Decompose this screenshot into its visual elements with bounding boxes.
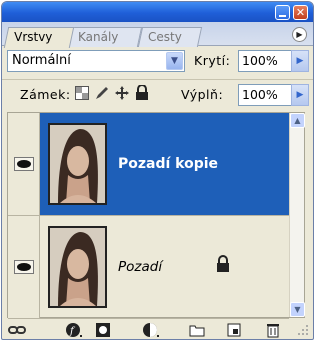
layer-thumbnail <box>48 123 107 205</box>
blend-mode-select[interactable]: Normální ▼ <box>7 50 185 72</box>
vertical-scrollbar[interactable]: ▲ ▼ <box>289 113 305 317</box>
close-icon: ✕ <box>295 6 306 19</box>
layers-list: Pozadí kopie Pozadí ▲ ▼ <box>7 112 305 319</box>
layers-palette: ✕ Vrstvy Kanály Cesty ▶ Normální ▼ Krytí… <box>1 1 314 340</box>
tab-paths[interactable]: Cesty <box>137 27 203 47</box>
palette-menu-button[interactable]: ▶ <box>292 27 307 42</box>
opacity-field[interactable]: 100% <box>238 50 294 72</box>
minimize-button[interactable] <box>275 5 290 20</box>
play-arrow-icon: ▶ <box>296 90 304 100</box>
lock-image-pixels-icon[interactable] <box>94 85 110 101</box>
fill-slider-button[interactable]: ▶ <box>291 84 309 106</box>
play-arrow-icon: ▶ <box>296 30 303 39</box>
blend-row: Normální ▼ Krytí: 100% ▶ <box>2 47 313 77</box>
visibility-cell[interactable] <box>8 216 40 318</box>
opacity-slider-button[interactable]: ▶ <box>291 50 309 72</box>
lock-position-icon[interactable] <box>114 85 130 101</box>
visibility-cell[interactable] <box>8 113 40 215</box>
layer-thumbnail <box>48 226 107 308</box>
fill-label: Výplň: <box>181 87 224 102</box>
lock-icon <box>217 255 229 272</box>
layer-row[interactable]: Pozadí <box>8 216 289 319</box>
layer-row[interactable]: Pozadí kopie <box>8 113 289 216</box>
minimize-icon <box>279 14 286 17</box>
tab-row: Vrstvy Kanály Cesty ▶ <box>2 22 313 48</box>
trash-icon[interactable] <box>264 322 282 338</box>
lock-transparent-pixels-icon[interactable] <box>74 85 90 101</box>
title-bar[interactable]: ✕ <box>2 2 313 22</box>
chevron-down-icon: ▼ <box>294 305 301 314</box>
divider <box>2 79 313 80</box>
play-arrow-icon: ▶ <box>296 56 304 66</box>
lock-options <box>74 85 150 103</box>
blend-mode-value: Normální <box>12 53 71 68</box>
scroll-down-button[interactable]: ▼ <box>290 302 305 317</box>
chevron-up-icon: ▲ <box>294 116 301 125</box>
layer-name[interactable]: Pozadí <box>118 259 162 275</box>
link-layers-icon[interactable] <box>8 322 26 338</box>
layer-style-icon[interactable]: f <box>65 322 83 338</box>
palette-bottom-bar: f <box>2 320 313 339</box>
adjustment-layer-icon[interactable] <box>142 322 160 338</box>
layer-name[interactable]: Pozadí kopie <box>118 156 218 172</box>
lock-all-icon[interactable] <box>134 85 150 101</box>
scroll-up-button[interactable]: ▲ <box>290 113 305 128</box>
folder-icon[interactable] <box>188 322 206 338</box>
new-layer-icon[interactable] <box>225 322 243 338</box>
eye-icon[interactable] <box>14 157 34 171</box>
tab-layers[interactable]: Vrstvy <box>3 27 75 48</box>
close-button[interactable]: ✕ <box>293 5 308 20</box>
opacity-label: Krytí: <box>194 53 231 68</box>
tab-channels[interactable]: Kanály <box>67 27 143 47</box>
add-layer-mask-icon[interactable] <box>94 322 112 338</box>
chevron-down-icon[interactable]: ▼ <box>166 52 183 70</box>
eye-icon[interactable] <box>14 260 34 274</box>
fill-field[interactable]: 100% <box>238 84 294 106</box>
resize-grip-icon[interactable] <box>294 322 312 338</box>
lock-label: Zámek: <box>20 87 71 102</box>
